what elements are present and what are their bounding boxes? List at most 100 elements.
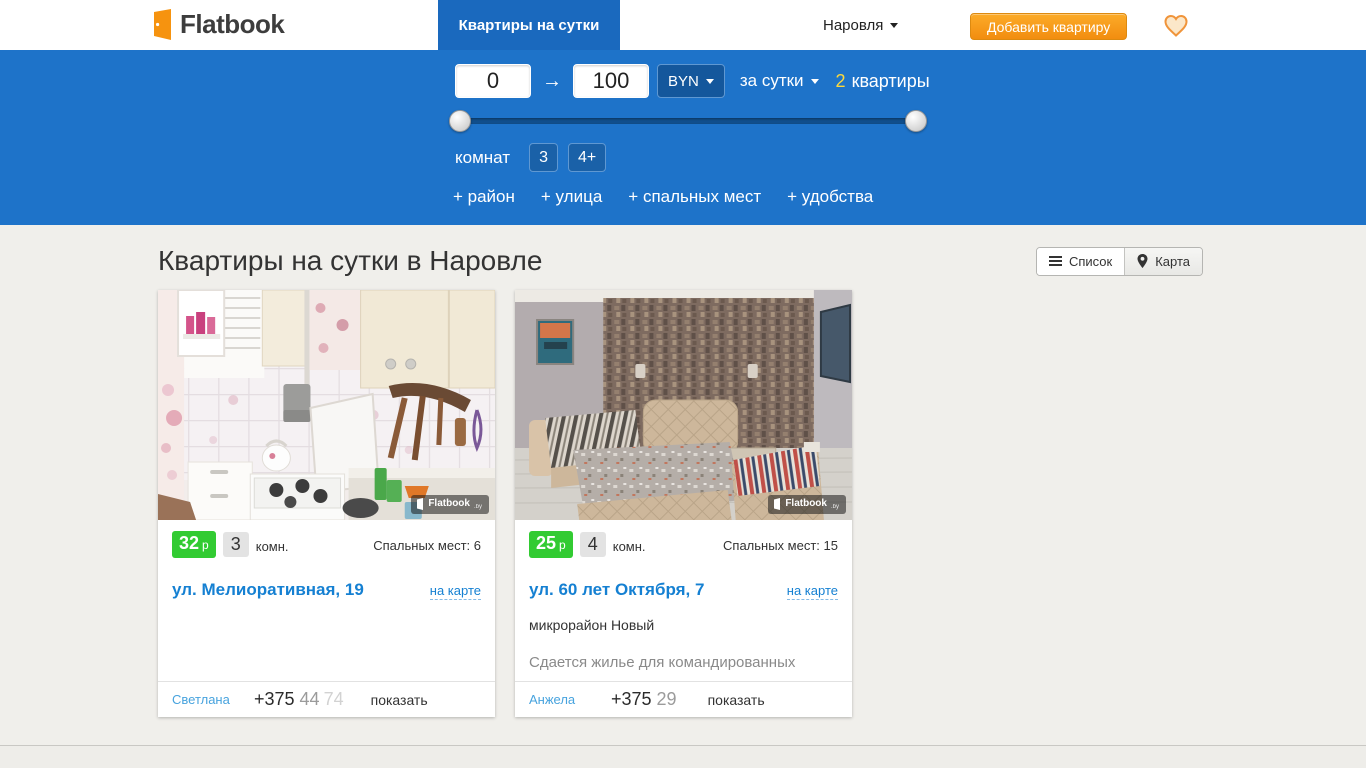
address-row: ул. 60 лет Октября, 7 на карте — [529, 580, 838, 600]
show-phone-link[interactable]: показать — [708, 692, 765, 708]
results-noun: квартиры — [852, 71, 930, 91]
beds-count: Спальных мест: 6 — [373, 538, 481, 553]
door-icon — [773, 498, 781, 510]
rooms-suffix: комн. — [613, 539, 646, 554]
top-navbar: Flatbook Квартиры на сутки Наровля Добав… — [0, 0, 1366, 50]
map-link[interactable]: на карте — [787, 583, 838, 600]
city-selector[interactable]: Наровля — [823, 0, 898, 50]
watermark-suffix: .by — [831, 504, 839, 510]
extra-filters-row: + район + улица + спальных мест + удобст… — [453, 187, 873, 207]
brand-logo[interactable]: Flatbook — [152, 8, 284, 41]
phone-mid: 44 — [300, 689, 320, 709]
chevron-down-icon — [811, 79, 819, 84]
results-count: 2 квартиры — [836, 71, 930, 92]
page-footer — [0, 745, 1366, 768]
page-title: Квартиры на сутки в Наровле — [158, 245, 542, 277]
price-unit: р — [559, 538, 566, 552]
apartment-card: Flatbook .by 25р 4 комн. Спальных мест: … — [515, 290, 852, 717]
price-badge: 25р — [529, 531, 573, 558]
list-icon — [1049, 254, 1062, 268]
beds-count: Спальных мест: 15 — [723, 538, 838, 553]
price-filter-row: → BYN за сутки 2 квартиры — [455, 64, 930, 98]
contact-name-link[interactable]: Анжела — [529, 692, 611, 707]
phone-number: +37529 — [611, 689, 681, 710]
phone-number: +3754474 — [254, 689, 344, 710]
rooms-badge: 4 — [580, 532, 606, 557]
rooms-option-3[interactable]: 3 — [529, 143, 558, 172]
address-link[interactable]: ул. Мелиоративная, 19 — [172, 580, 364, 600]
door-icon — [416, 498, 424, 510]
tab-daily-apartments[interactable]: Квартиры на сутки — [438, 0, 620, 50]
rooms-option-4plus[interactable]: 4+ — [568, 143, 606, 172]
heart-icon — [1163, 14, 1189, 38]
content-header: Квартиры на сутки в Наровле Список Карта — [158, 245, 1203, 277]
view-map-label: Карта — [1155, 254, 1190, 269]
favorites-button[interactable] — [1163, 14, 1189, 43]
filter-controls: → BYN за сутки 2 квартиры комнат 3 4+ — [446, 50, 946, 225]
chevron-down-icon — [890, 23, 898, 28]
rooms-filter-row: комнат 3 4+ — [455, 143, 616, 172]
apartment-cards: Flatbook .by 32р 3 комн. Спальных мест: … — [158, 290, 852, 717]
badge-row: 32р 3 комн. Спальных мест: 6 — [172, 531, 481, 558]
slider-handle-min[interactable] — [449, 110, 471, 132]
view-toggle: Список Карта — [1036, 247, 1203, 276]
price-range-slider[interactable] — [455, 110, 921, 132]
view-map-button[interactable]: Карта — [1124, 248, 1202, 275]
add-apartment-button[interactable]: Добавить квартиру — [970, 13, 1127, 40]
phone-prefix: +375 — [254, 689, 295, 709]
currency-dropdown[interactable]: BYN — [657, 64, 725, 98]
filter-amenities-link[interactable]: + удобства — [787, 187, 873, 207]
slider-handle-max[interactable] — [905, 110, 927, 132]
arrow-right-icon: → — [542, 70, 562, 93]
filter-street-link[interactable]: + улица — [541, 187, 602, 207]
phone-mid: 29 — [657, 689, 677, 709]
photo-watermark: Flatbook .by — [768, 495, 846, 514]
bedroom-photo-illustration — [515, 290, 852, 520]
slider-track — [455, 118, 921, 124]
card-footer: Светлана +3754474 показать — [158, 681, 495, 717]
currency-label: BYN — [668, 73, 699, 90]
period-dropdown[interactable]: за сутки — [740, 71, 819, 91]
kitchen-photo-illustration — [158, 290, 495, 520]
badge-row: 25р 4 комн. Спальных мест: 15 — [529, 531, 838, 558]
city-label: Наровля — [823, 17, 883, 34]
beds-value: 6 — [474, 538, 481, 553]
filter-district-link[interactable]: + район — [453, 187, 515, 207]
results-number: 2 — [836, 71, 846, 91]
district-label: микрорайон Новый — [529, 617, 838, 633]
price-badge: 32р — [172, 531, 216, 558]
apartment-photo[interactable]: Flatbook .by — [158, 290, 495, 520]
price-value: 25 — [536, 533, 556, 553]
rooms-suffix: комн. — [256, 539, 289, 554]
show-phone-link[interactable]: показать — [371, 692, 428, 708]
door-icon — [152, 8, 173, 41]
results-area: Квартиры на сутки в Наровле Список Карта — [0, 225, 1366, 745]
period-label: за сутки — [740, 71, 804, 91]
watermark-text: Flatbook — [785, 499, 827, 509]
rooms-label: комнат — [455, 148, 510, 168]
beds-value: 15 — [824, 538, 838, 553]
phone-fade: 74 — [324, 689, 344, 709]
view-list-button[interactable]: Список — [1037, 248, 1124, 275]
card-body: 25р 4 комн. Спальных мест: 15 ул. 60 лет… — [515, 520, 852, 681]
card-footer: Анжела +37529 показать — [515, 681, 852, 717]
brand-name: Flatbook — [180, 9, 284, 40]
address-link[interactable]: ул. 60 лет Октября, 7 — [529, 580, 704, 600]
rooms-badge: 3 — [223, 532, 249, 557]
view-list-label: Список — [1069, 254, 1112, 269]
map-link[interactable]: на карте — [430, 583, 481, 600]
apartment-photo[interactable]: Flatbook .by — [515, 290, 852, 520]
price-value: 32 — [179, 533, 199, 553]
chevron-down-icon — [706, 79, 714, 84]
phone-prefix: +375 — [611, 689, 652, 709]
filter-panel: → BYN за сутки 2 квартиры комнат 3 4+ — [0, 50, 1366, 225]
map-pin-icon — [1137, 254, 1148, 268]
price-min-input[interactable] — [455, 64, 531, 98]
contact-name-link[interactable]: Светлана — [172, 692, 254, 707]
beds-label: Спальных мест: — [723, 538, 820, 553]
price-unit: р — [202, 538, 209, 552]
price-max-input[interactable] — [573, 64, 649, 98]
filter-beds-link[interactable]: + спальных мест — [628, 187, 761, 207]
beds-label: Спальных мест: — [373, 538, 470, 553]
address-row: ул. Мелиоративная, 19 на карте — [172, 580, 481, 600]
